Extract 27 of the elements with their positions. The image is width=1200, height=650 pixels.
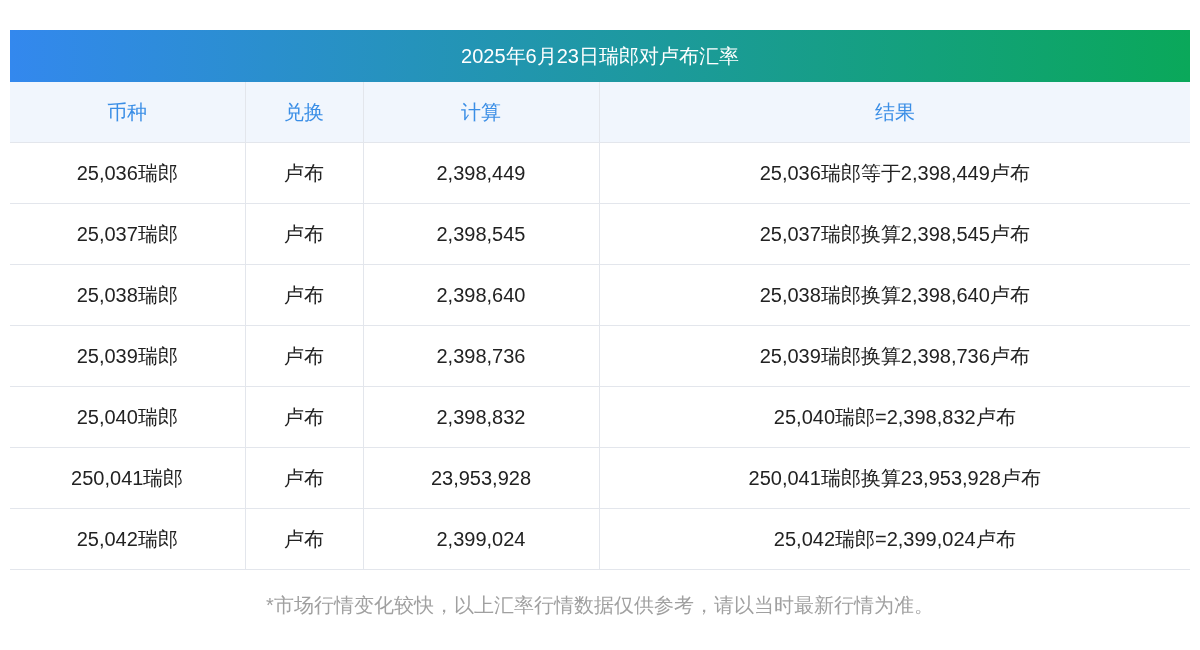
- table-cell: 卢布: [245, 203, 363, 265]
- column-header: 兑换: [245, 82, 363, 143]
- table-cell: 2,398,736: [363, 325, 599, 387]
- table-cell: 2,398,545: [363, 203, 599, 265]
- table-cell: 卢布: [245, 264, 363, 326]
- table-cell: 卢布: [245, 325, 363, 387]
- table-cell: 2,398,640: [363, 264, 599, 326]
- column-header: 结果: [599, 82, 1190, 143]
- table-cell: 25,039瑞郎: [10, 325, 245, 387]
- column-header: 币种: [10, 82, 245, 143]
- table-cell: 25,036瑞郎: [10, 142, 245, 204]
- table-cell: 25,042瑞郎: [10, 508, 245, 570]
- table-cell: 卢布: [245, 142, 363, 204]
- table-title: 2025年6月23日瑞郎对卢布汇率: [10, 30, 1190, 82]
- table-cell: 卢布: [245, 508, 363, 570]
- table-cell: 25,038瑞郎: [10, 264, 245, 326]
- table-cell: 250,041瑞郎: [10, 447, 245, 509]
- table-cell: 卢布: [245, 447, 363, 509]
- table-cell: 2,398,449: [363, 142, 599, 204]
- table-cell: 卢布: [245, 386, 363, 448]
- table-cell: 2,398,832: [363, 386, 599, 448]
- table-cell: 2,399,024: [363, 508, 599, 570]
- table-cell: 25,037瑞郎: [10, 203, 245, 265]
- footnote: *市场行情变化较快，以上汇率行情数据仅供参考，请以当时最新行情为准。: [265, 593, 935, 618]
- table-cell: 23,953,928: [363, 447, 599, 509]
- column-header: 计算: [363, 82, 599, 143]
- table-cell: 25,040瑞郎: [10, 386, 245, 448]
